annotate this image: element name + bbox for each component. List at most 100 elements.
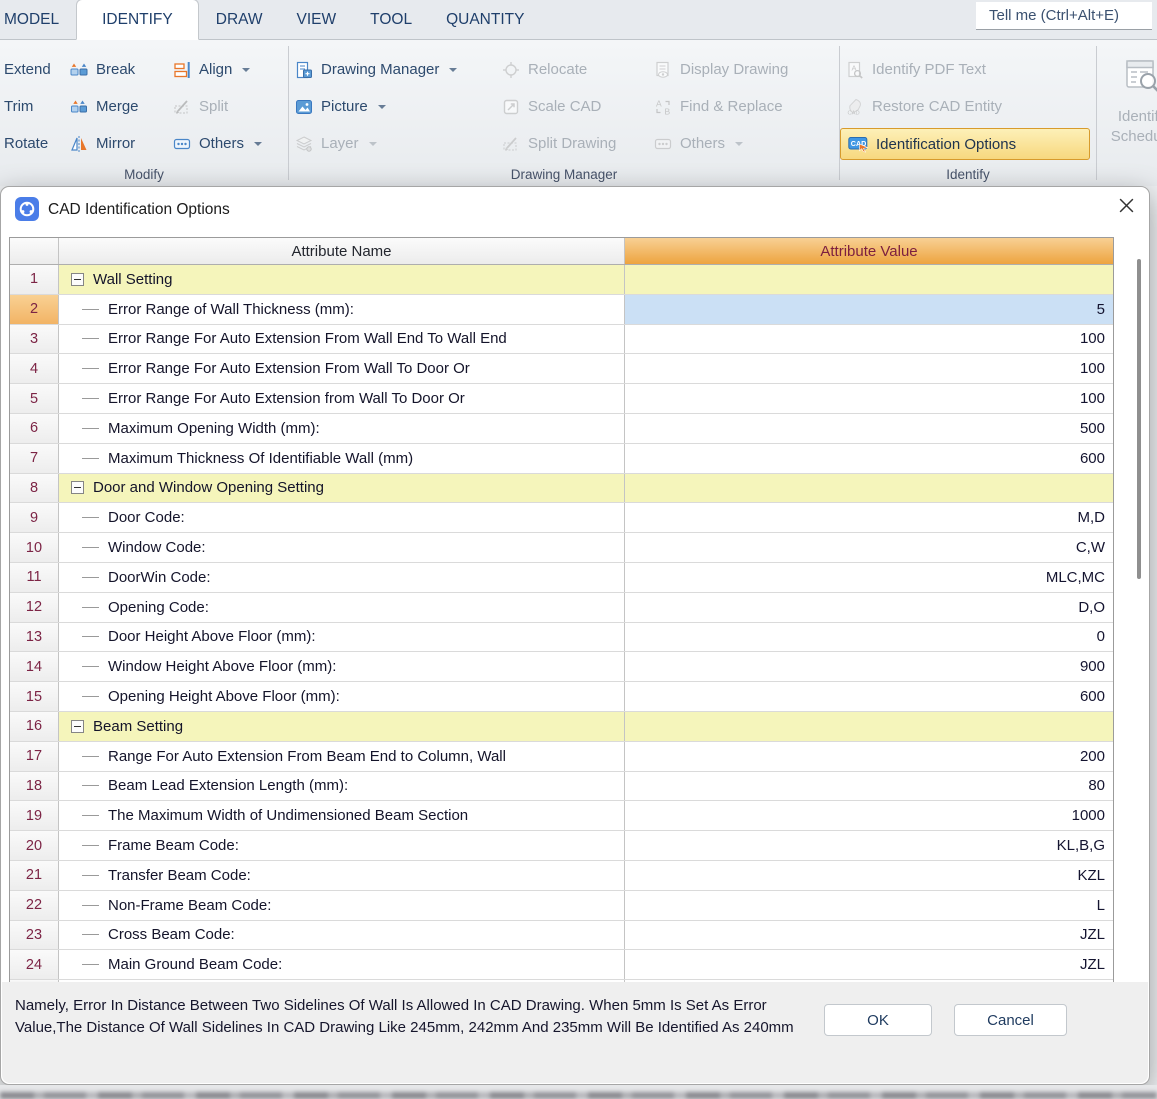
row-number-cell[interactable]: 10 — [10, 533, 59, 562]
identify-schedule-button[interactable]: Identify Schedule — [1100, 51, 1157, 181]
cancel-button[interactable]: Cancel — [954, 1004, 1067, 1036]
attribute-value-cell[interactable]: 0 — [625, 623, 1113, 652]
collapse-toggle-icon[interactable] — [71, 273, 84, 286]
row-number-cell[interactable]: 14 — [10, 652, 59, 681]
tab-draw[interactable]: DRAW — [199, 0, 280, 39]
attribute-value-cell[interactable] — [625, 712, 1113, 741]
extend-button[interactable]: Extend — [0, 51, 64, 88]
row-number-cell[interactable]: 16 — [10, 712, 59, 741]
attribute-name-cell[interactable]: Non-Frame Beam Code: — [59, 891, 625, 920]
row-number-cell[interactable]: 23 — [10, 921, 59, 950]
attribute-name-cell[interactable]: Wall Setting — [59, 265, 625, 294]
attribute-value-cell[interactable]: 80 — [625, 772, 1113, 801]
split-drawing-button[interactable]: Split Drawing — [496, 125, 648, 162]
row-number-cell[interactable]: 6 — [10, 414, 59, 443]
tab-tool[interactable]: TOOL — [353, 0, 429, 39]
row-number-cell[interactable]: 18 — [10, 772, 59, 801]
attribute-name-cell[interactable]: Error Range For Auto Extension From Wall… — [59, 325, 625, 354]
attribute-name-cell[interactable]: Opening Height Above Floor (mm): — [59, 682, 625, 711]
attribute-value-cell[interactable]: 200 — [625, 742, 1113, 771]
identify-pdf-text-button[interactable]: AIdentify PDF Text — [840, 51, 1090, 88]
attribute-value-cell[interactable]: M,D — [625, 503, 1113, 532]
tell-me-search-input[interactable]: Tell me (Ctrl+Alt+E) — [976, 2, 1152, 30]
tab-quantity[interactable]: QUANTITY — [429, 0, 541, 39]
row-number-cell[interactable]: 22 — [10, 891, 59, 920]
tab-identify[interactable]: IDENTIFY — [76, 0, 199, 40]
row-number-cell[interactable]: 19 — [10, 801, 59, 830]
attribute-value-cell[interactable]: 500 — [625, 414, 1113, 443]
attribute-name-cell[interactable]: Opening Code: — [59, 593, 625, 622]
attribute-value-cell[interactable]: 5 — [625, 295, 1113, 324]
attribute-value-cell[interactable]: D,O — [625, 593, 1113, 622]
attribute-value-cell[interactable]: 600 — [625, 444, 1113, 473]
row-number-cell[interactable]: 13 — [10, 623, 59, 652]
attribute-name-cell[interactable]: Beam Setting — [59, 712, 625, 741]
attribute-value-cell[interactable]: MLC,MC — [625, 563, 1113, 592]
relocate-button[interactable]: Relocate — [496, 51, 648, 88]
attribute-name-cell[interactable]: Error Range For Auto Extension from Wall… — [59, 384, 625, 413]
collapse-toggle-icon[interactable] — [71, 720, 84, 733]
drawing-manager-button[interactable]: Drawing Manager — [289, 51, 496, 88]
attribute-name-cell[interactable]: Door and Window Opening Setting — [59, 474, 625, 503]
row-number-cell[interactable]: 8 — [10, 474, 59, 503]
tab-model[interactable]: MODEL — [0, 0, 76, 39]
attribute-name-cell[interactable]: Frame Beam Code: — [59, 831, 625, 860]
attribute-value-cell[interactable]: L — [625, 891, 1113, 920]
attribute-name-cell[interactable]: Beam Lead Extension Length (mm): — [59, 772, 625, 801]
attribute-name-cell[interactable]: Range For Auto Extension From Beam End t… — [59, 742, 625, 771]
attribute-value-cell[interactable]: JZL — [625, 921, 1113, 950]
vertical-scrollbar-thumb[interactable] — [1137, 259, 1141, 579]
attribute-name-cell[interactable]: Main Ground Beam Code: — [59, 950, 625, 979]
display-drawing-button[interactable]: Display Drawing — [648, 51, 830, 88]
row-number-cell[interactable]: 2 — [10, 295, 59, 324]
attribute-value-cell[interactable]: JZL — [625, 950, 1113, 979]
split-button[interactable]: Split — [167, 88, 284, 125]
attribute-name-cell[interactable]: Door Code: — [59, 503, 625, 532]
attribute-value-cell[interactable]: 900 — [625, 652, 1113, 681]
trim-button[interactable]: Trim — [0, 88, 64, 125]
scale-cad-button[interactable]: Scale CAD — [496, 88, 648, 125]
merge-button[interactable]: Merge — [64, 88, 167, 125]
collapse-toggle-icon[interactable] — [71, 481, 84, 494]
attribute-value-cell[interactable]: C,W — [625, 533, 1113, 562]
row-number-cell[interactable]: 5 — [10, 384, 59, 413]
attribute-name-cell[interactable]: Maximum Thickness Of Identifiable Wall (… — [59, 444, 625, 473]
others-button[interactable]: Others — [167, 125, 284, 162]
row-number-cell[interactable]: 11 — [10, 563, 59, 592]
row-number-cell[interactable]: 12 — [10, 593, 59, 622]
rotate-button[interactable]: Rotate — [0, 125, 64, 162]
row-number-cell[interactable]: 17 — [10, 742, 59, 771]
attribute-value-cell[interactable]: 100 — [625, 354, 1113, 383]
tab-view[interactable]: VIEW — [280, 0, 354, 39]
others-button[interactable]: Others — [648, 125, 830, 162]
row-number-cell[interactable]: 9 — [10, 503, 59, 532]
attribute-name-cell[interactable]: Cross Beam Code: — [59, 921, 625, 950]
find-replace-button[interactable]: ABFind & Replace — [648, 88, 830, 125]
attribute-name-cell[interactable]: Maximum Opening Width (mm): — [59, 414, 625, 443]
row-number-cell[interactable]: 4 — [10, 354, 59, 383]
attribute-value-cell[interactable]: KL,B,G — [625, 831, 1113, 860]
attribute-name-cell[interactable]: Window Code: — [59, 533, 625, 562]
row-number-cell[interactable]: 3 — [10, 325, 59, 354]
row-number-cell[interactable]: 1 — [10, 265, 59, 294]
layer-button[interactable]: Layer — [289, 125, 496, 162]
close-button[interactable] — [1112, 194, 1140, 222]
row-number-cell[interactable]: 15 — [10, 682, 59, 711]
attribute-name-cell[interactable]: Error Range For Auto Extension From Wall… — [59, 354, 625, 383]
attribute-name-cell[interactable]: The Maximum Width of Undimensioned Beam … — [59, 801, 625, 830]
attribute-value-cell[interactable]: KZL — [625, 861, 1113, 890]
break-button[interactable]: Break — [64, 51, 167, 88]
attribute-name-cell[interactable]: Window Height Above Floor (mm): — [59, 652, 625, 681]
attribute-value-cell[interactable]: 1000 — [625, 801, 1113, 830]
row-number-cell[interactable]: 7 — [10, 444, 59, 473]
row-number-cell[interactable]: 20 — [10, 831, 59, 860]
align-button[interactable]: Align — [167, 51, 284, 88]
attribute-name-cell[interactable]: Transfer Beam Code: — [59, 861, 625, 890]
attribute-value-cell[interactable]: 100 — [625, 384, 1113, 413]
picture-button[interactable]: Picture — [289, 88, 496, 125]
attribute-name-cell[interactable]: DoorWin Code: — [59, 563, 625, 592]
attribute-name-cell[interactable]: Error Range of Wall Thickness (mm): — [59, 295, 625, 324]
row-number-cell[interactable]: 24 — [10, 950, 59, 979]
attribute-name-cell[interactable]: Door Height Above Floor (mm): — [59, 623, 625, 652]
identification-options-button[interactable]: CADIdentification Options — [840, 128, 1090, 160]
